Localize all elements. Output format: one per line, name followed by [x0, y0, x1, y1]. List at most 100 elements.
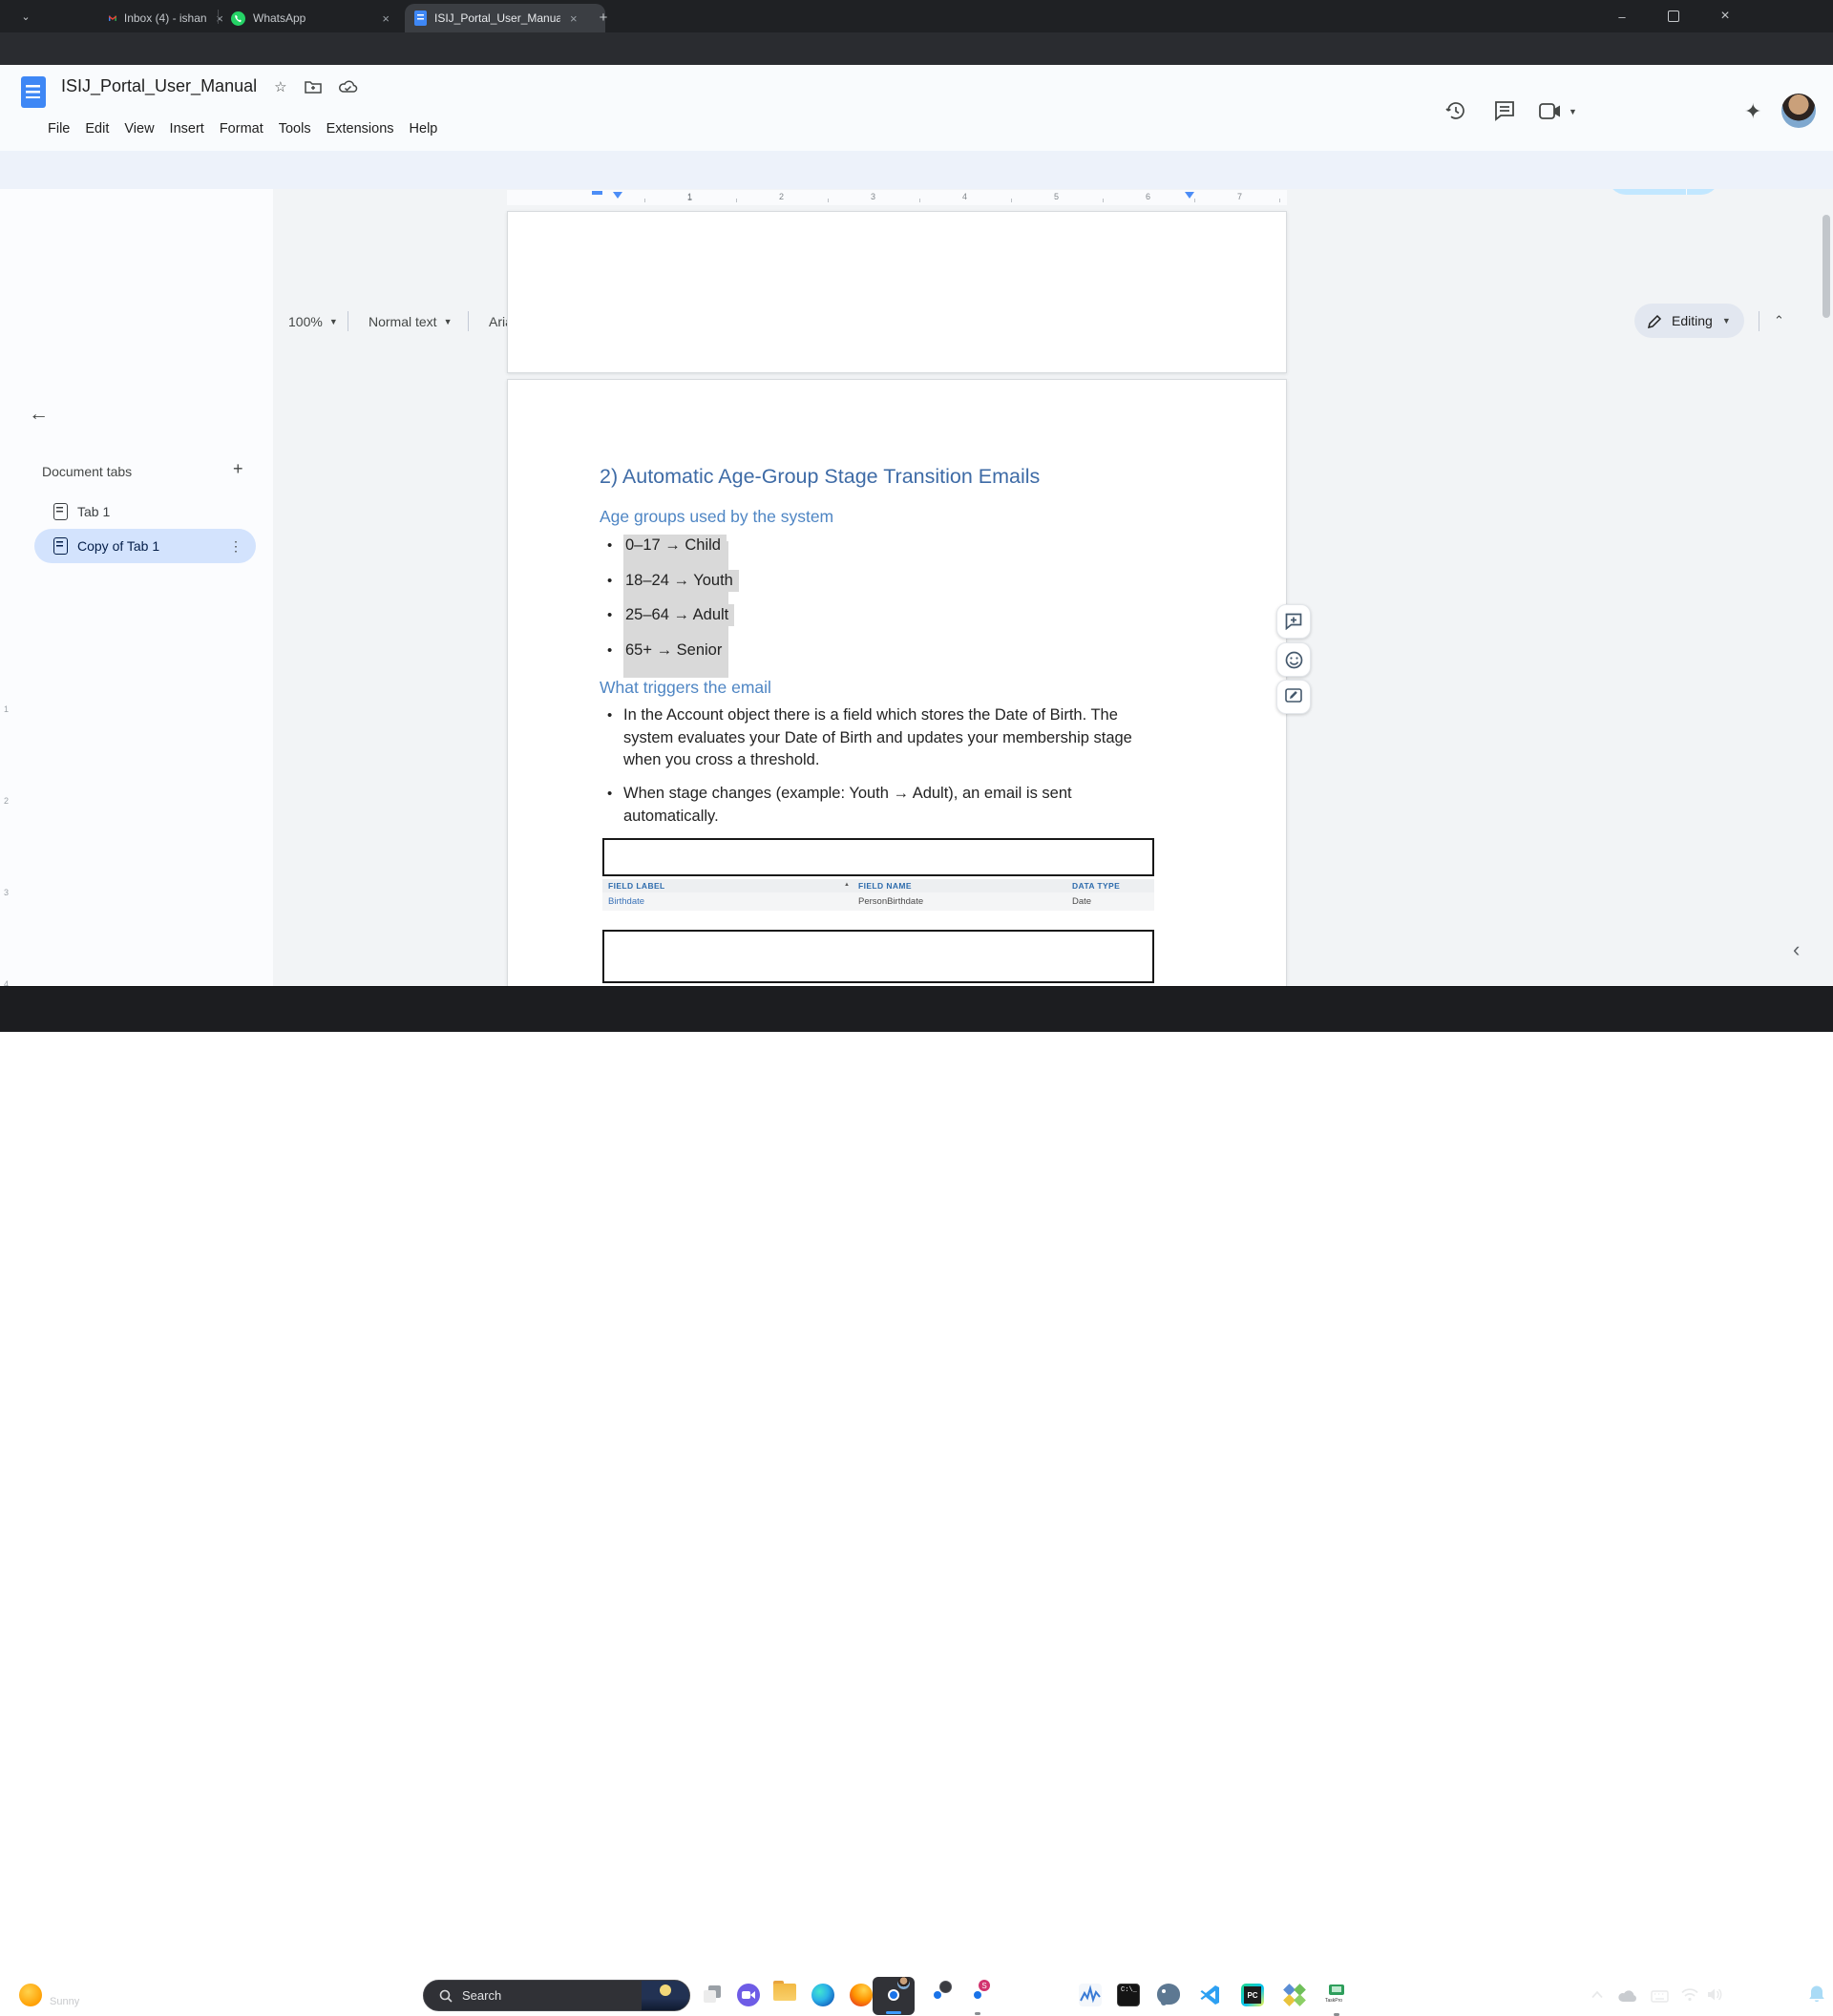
menu-file[interactable]: File — [40, 118, 77, 139]
doc-tab-icon — [53, 503, 68, 520]
notification-bell-icon[interactable] — [1808, 1984, 1825, 2004]
weather-temp[interactable]: 72°F — [50, 1982, 74, 1995]
browser-toolbar: ← → ↻ docs.google.com/document/d/1Q8xj6S… — [0, 32, 1833, 65]
pycharm-icon[interactable]: PC — [1241, 1984, 1264, 2006]
back-arrow-icon[interactable]: ← — [29, 403, 49, 426]
chrome-profile3-icon[interactable]: S — [966, 1984, 989, 2006]
menu-insert[interactable]: Insert — [162, 118, 212, 139]
meet-video-button[interactable]: ▼ — [1539, 103, 1577, 119]
menu-view[interactable]: View — [116, 118, 161, 139]
taskpro-app-icon[interactable]: TaskPro — [1323, 1981, 1350, 2009]
postgresql-icon[interactable] — [1157, 1984, 1180, 2006]
docs-toolbar: Menus 100%▼ Normal text▼ Arial▼ – 13 + B… — [0, 151, 1833, 189]
account-avatar[interactable] — [1781, 94, 1816, 128]
tray-clock[interactable]: 11:16 AM 12/4/2025 — [1730, 1981, 1802, 2009]
volume-icon[interactable] — [1707, 1987, 1723, 2002]
firefox-icon[interactable] — [850, 1984, 873, 2006]
comments-icon[interactable] — [1494, 100, 1515, 121]
doc-heading-triggers: What triggers the email — [600, 678, 771, 698]
trigger-point: In the Account object there is a field w… — [623, 704, 1164, 772]
move-to-folder-icon[interactable] — [305, 80, 322, 94]
hanging-indent-marker[interactable] — [613, 192, 622, 199]
bullet-marker: • — [607, 642, 612, 659]
tab-options-kebab-icon[interactable]: ⋮ — [229, 538, 242, 555]
editing-mode-button[interactable]: Editing ▼ — [1634, 304, 1744, 338]
star-document-icon[interactable]: ☆ — [274, 78, 286, 95]
pencil-edit-icon — [1285, 688, 1302, 705]
zoom-select[interactable]: 100%▼ — [283, 309, 344, 334]
menu-help[interactable]: Help — [402, 118, 446, 139]
gemini-sparkle-icon[interactable]: ✦ — [1744, 99, 1761, 124]
collapse-toolbar-chevron-icon[interactable]: ⌃ — [1774, 313, 1784, 328]
tab-search-icon[interactable]: ⌄ — [11, 6, 40, 27]
taskbar-search[interactable]: Search — [423, 1980, 690, 2011]
meet-app-icon[interactable] — [737, 1984, 760, 2006]
bullet-marker: • — [607, 707, 612, 724]
first-line-indent-marker[interactable] — [592, 191, 602, 195]
age-group-item: 25–64 → Adult — [623, 604, 734, 627]
chevron-down-icon: ▼ — [1569, 107, 1577, 116]
age-group-item: 0–17 → Child — [623, 535, 727, 557]
bullet-marker: • — [607, 786, 612, 802]
add-comment-margin-button[interactable] — [1276, 604, 1311, 639]
window-restore-button[interactable] — [1652, 0, 1696, 32]
tab-title: Inbox (4) - ishann.tforce@gmai — [124, 11, 207, 25]
close-tab-icon[interactable]: × — [382, 11, 390, 26]
docs-header: ISIJ_Portal_User_Manual ☆ File Edit View… — [0, 65, 1833, 151]
browser-tab-docs[interactable]: ISIJ_Portal_User_Manual - Goo × — [405, 4, 605, 32]
desktop: ⌄ Inbox (4) - ishann.tforce@gmai × Whats… — [0, 0, 1833, 1031]
tray-date: 12/4/2025 — [1730, 1995, 1802, 2009]
menu-edit[interactable]: Edit — [77, 118, 116, 139]
emoji-icon — [1285, 651, 1303, 669]
vscode-icon[interactable] — [1199, 1984, 1222, 2006]
google-docs-logo[interactable] — [21, 76, 46, 108]
browser-tab-gmail[interactable]: Inbox (4) - ishann.tforce@gmai × — [99, 4, 233, 32]
activity-monitor-icon[interactable] — [1079, 1984, 1102, 2006]
suggest-edits-button[interactable] — [1276, 680, 1311, 714]
chrome-profile-badge — [939, 1981, 952, 1993]
document-page-1[interactable] — [507, 211, 1287, 373]
onedrive-icon[interactable] — [1617, 1989, 1638, 2003]
window-close-button[interactable]: × — [1703, 0, 1747, 32]
cloud-status-icon[interactable] — [339, 80, 358, 94]
chrome-profile2-icon[interactable] — [926, 1984, 949, 2006]
window-minimize-button[interactable]: – — [1600, 0, 1644, 32]
browser-tab-whatsapp[interactable]: WhatsApp × — [221, 4, 409, 32]
document-title[interactable]: ISIJ_Portal_User_Manual — [61, 76, 257, 96]
close-tab-icon[interactable]: × — [570, 11, 578, 26]
paragraph-style-select[interactable]: Normal text▼ — [361, 309, 460, 334]
sidebar-item-tab1[interactable]: Tab 1 — [34, 494, 256, 529]
expand-panel-chevron-icon[interactable]: ‹ — [1793, 937, 1800, 962]
trigger-point: When stage changes (example: Youth → Adu… — [623, 783, 1164, 828]
file-explorer-icon[interactable] — [773, 1984, 796, 2006]
doc-heading-age-groups: Age groups used by the system — [600, 507, 833, 527]
doc-tab-icon — [53, 537, 68, 555]
menu-extensions[interactable]: Extensions — [319, 118, 402, 139]
new-tab-button[interactable]: + — [594, 8, 613, 27]
wifi-icon[interactable] — [1681, 1988, 1698, 2002]
vertical-scrollbar-thumb[interactable] — [1822, 215, 1830, 318]
horizontal-ruler[interactable]: 1 — [507, 190, 1287, 205]
edge-icon[interactable] — [811, 1984, 834, 2006]
chrome-active-window[interactable] — [873, 1977, 915, 2015]
screenshot-frame-1 — [602, 838, 1154, 876]
touch-keyboard-icon[interactable] — [1651, 1990, 1669, 2003]
version-history-icon[interactable] — [1444, 99, 1467, 122]
google-docs-favicon — [414, 10, 427, 26]
menu-tools[interactable]: Tools — [271, 118, 319, 139]
right-indent-marker[interactable] — [1185, 192, 1194, 199]
diamond-suite-icon[interactable] — [1283, 1984, 1306, 2006]
weather-sun-icon[interactable] — [19, 1984, 42, 2006]
tray-chevron-up-icon[interactable] — [1591, 1990, 1604, 1999]
emoji-reaction-button[interactable] — [1276, 642, 1311, 677]
search-icon — [439, 1989, 453, 2003]
task-view-icon[interactable] — [703, 1984, 726, 2006]
search-highlight-image — [642, 1981, 689, 2010]
screenshot-frame-2 — [602, 930, 1154, 983]
weather-condition[interactable]: Sunny — [50, 1996, 79, 2007]
menu-format[interactable]: Format — [212, 118, 271, 139]
add-tab-button[interactable]: + — [233, 459, 243, 479]
sidebar-item-copy-of-tab1[interactable]: Copy of Tab 1 ⋮ — [34, 529, 256, 563]
command-prompt-icon[interactable]: C:\_ — [1117, 1984, 1140, 2006]
tab-title: ISIJ_Portal_User_Manual - Goo — [434, 11, 560, 25]
